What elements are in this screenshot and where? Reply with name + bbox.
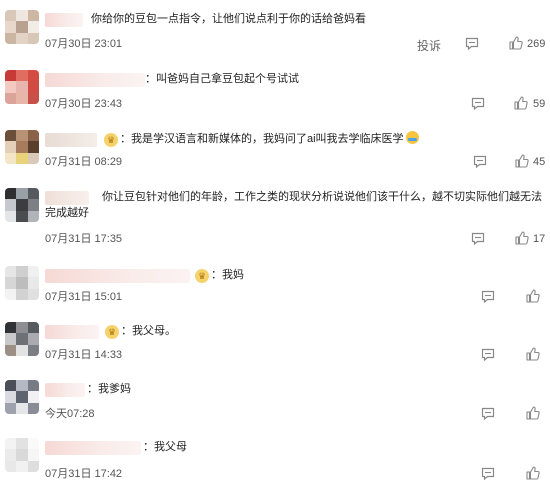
like-icon[interactable] — [514, 96, 528, 110]
comment-time: 07月31日 14:33 — [45, 349, 123, 361]
avatar[interactable] — [5, 322, 39, 356]
avatar[interactable] — [5, 266, 39, 300]
comment-text: ：我妈 — [211, 269, 244, 281]
report-button[interactable]: 投诉 — [417, 37, 441, 54]
avatar[interactable] — [5, 380, 39, 414]
like-icon[interactable] — [509, 36, 523, 50]
username-blurred[interactable] — [45, 269, 190, 283]
comment-item: 你给你的豆包一点指令，让他们说点利于你的话给爸妈看 07月30日 23:01 投… — [0, 0, 550, 60]
comment-text: ：我爹妈 — [87, 383, 131, 395]
avatar[interactable] — [5, 438, 39, 472]
like-count: 45 — [533, 156, 546, 168]
vip-badge-icon: ♛ — [195, 269, 209, 283]
comment-time: 07月30日 23:01 — [45, 38, 123, 50]
comment-item: ♛ ：我是学汉语言和新媒体的，我妈问了ai叫我去学临床医学 07月31日 08:… — [0, 120, 550, 178]
reply-icon[interactable] — [481, 407, 495, 420]
comment-text: ：我是学汉语言和新媒体的，我妈问了ai叫我去学临床医学 — [120, 131, 419, 147]
comment-item: 你让豆包针对他们的年龄，工作之类的现状分析说说他们该干什么，越不切实际他们越无法… — [0, 178, 550, 256]
like-count: 269 — [527, 38, 546, 50]
comment-text: ：我父母 — [143, 441, 187, 453]
comment-time: 07月30日 23:43 — [45, 98, 123, 110]
comment-item: ♛ ：我父母。 07月31日 14:33 — [0, 312, 550, 370]
comment-item: ：叫爸妈自己拿豆包起个号试试 07月30日 23:43 59 — [0, 60, 550, 120]
comment-text: ：我父母。 — [121, 325, 176, 337]
avatar[interactable] — [5, 10, 39, 44]
reply-icon[interactable] — [465, 37, 479, 50]
like-icon[interactable] — [515, 231, 529, 245]
comment-time: 今天07:28 — [45, 408, 95, 420]
like-icon[interactable] — [526, 347, 540, 361]
comment-item: ：我爹妈 今天07:28 — [0, 370, 550, 428]
comment-text: 你让豆包针对他们的年龄，工作之类的现状分析说说他们该干什么，越不切实际他们越无法… — [45, 191, 542, 219]
username-blurred[interactable] — [45, 441, 141, 455]
like-icon[interactable] — [515, 154, 529, 168]
like-count: 17 — [533, 233, 546, 245]
avatar[interactable] — [5, 188, 39, 222]
username-blurred[interactable] — [45, 383, 85, 397]
like-icon[interactable] — [526, 466, 540, 480]
vip-badge-icon: ♛ — [104, 133, 118, 147]
like-icon[interactable] — [526, 289, 540, 303]
username-blurred[interactable] — [45, 325, 99, 339]
comment-time: 07月31日 17:35 — [45, 233, 123, 245]
comment-time: 07月31日 08:29 — [45, 156, 123, 168]
comment-time: 07月31日 17:42 — [45, 468, 123, 480]
reply-icon[interactable] — [471, 232, 485, 245]
username-blurred[interactable] — [45, 133, 97, 147]
avatar[interactable] — [5, 130, 39, 164]
like-count: 59 — [533, 98, 546, 110]
reply-icon[interactable] — [481, 467, 495, 480]
crying-emoji-icon — [405, 131, 419, 144]
comment-text: 你给你的豆包一点指令，让他们说点利于你的话给爸妈看 — [91, 13, 366, 25]
reply-icon[interactable] — [473, 155, 487, 168]
reply-icon[interactable] — [481, 290, 495, 303]
like-icon[interactable] — [526, 406, 540, 420]
comment-item: ♛ ：我妈 07月31日 15:01 — [0, 256, 550, 312]
comment-text-body: ：我是学汉语言和新媒体的，我妈问了ai叫我去学临床医学 — [120, 133, 404, 145]
username-blurred[interactable] — [45, 73, 145, 87]
reply-icon[interactable] — [481, 348, 495, 361]
reply-icon[interactable] — [471, 97, 485, 110]
comment-time: 07月31日 15:01 — [45, 291, 123, 303]
vip-badge-icon: ♛ — [105, 325, 119, 339]
avatar[interactable] — [5, 70, 39, 104]
comment-text: ：叫爸妈自己拿豆包起个号试试 — [145, 73, 299, 85]
username-blurred[interactable] — [45, 13, 83, 27]
comment-item: ：我父母 07月31日 17:42 — [0, 428, 550, 501]
